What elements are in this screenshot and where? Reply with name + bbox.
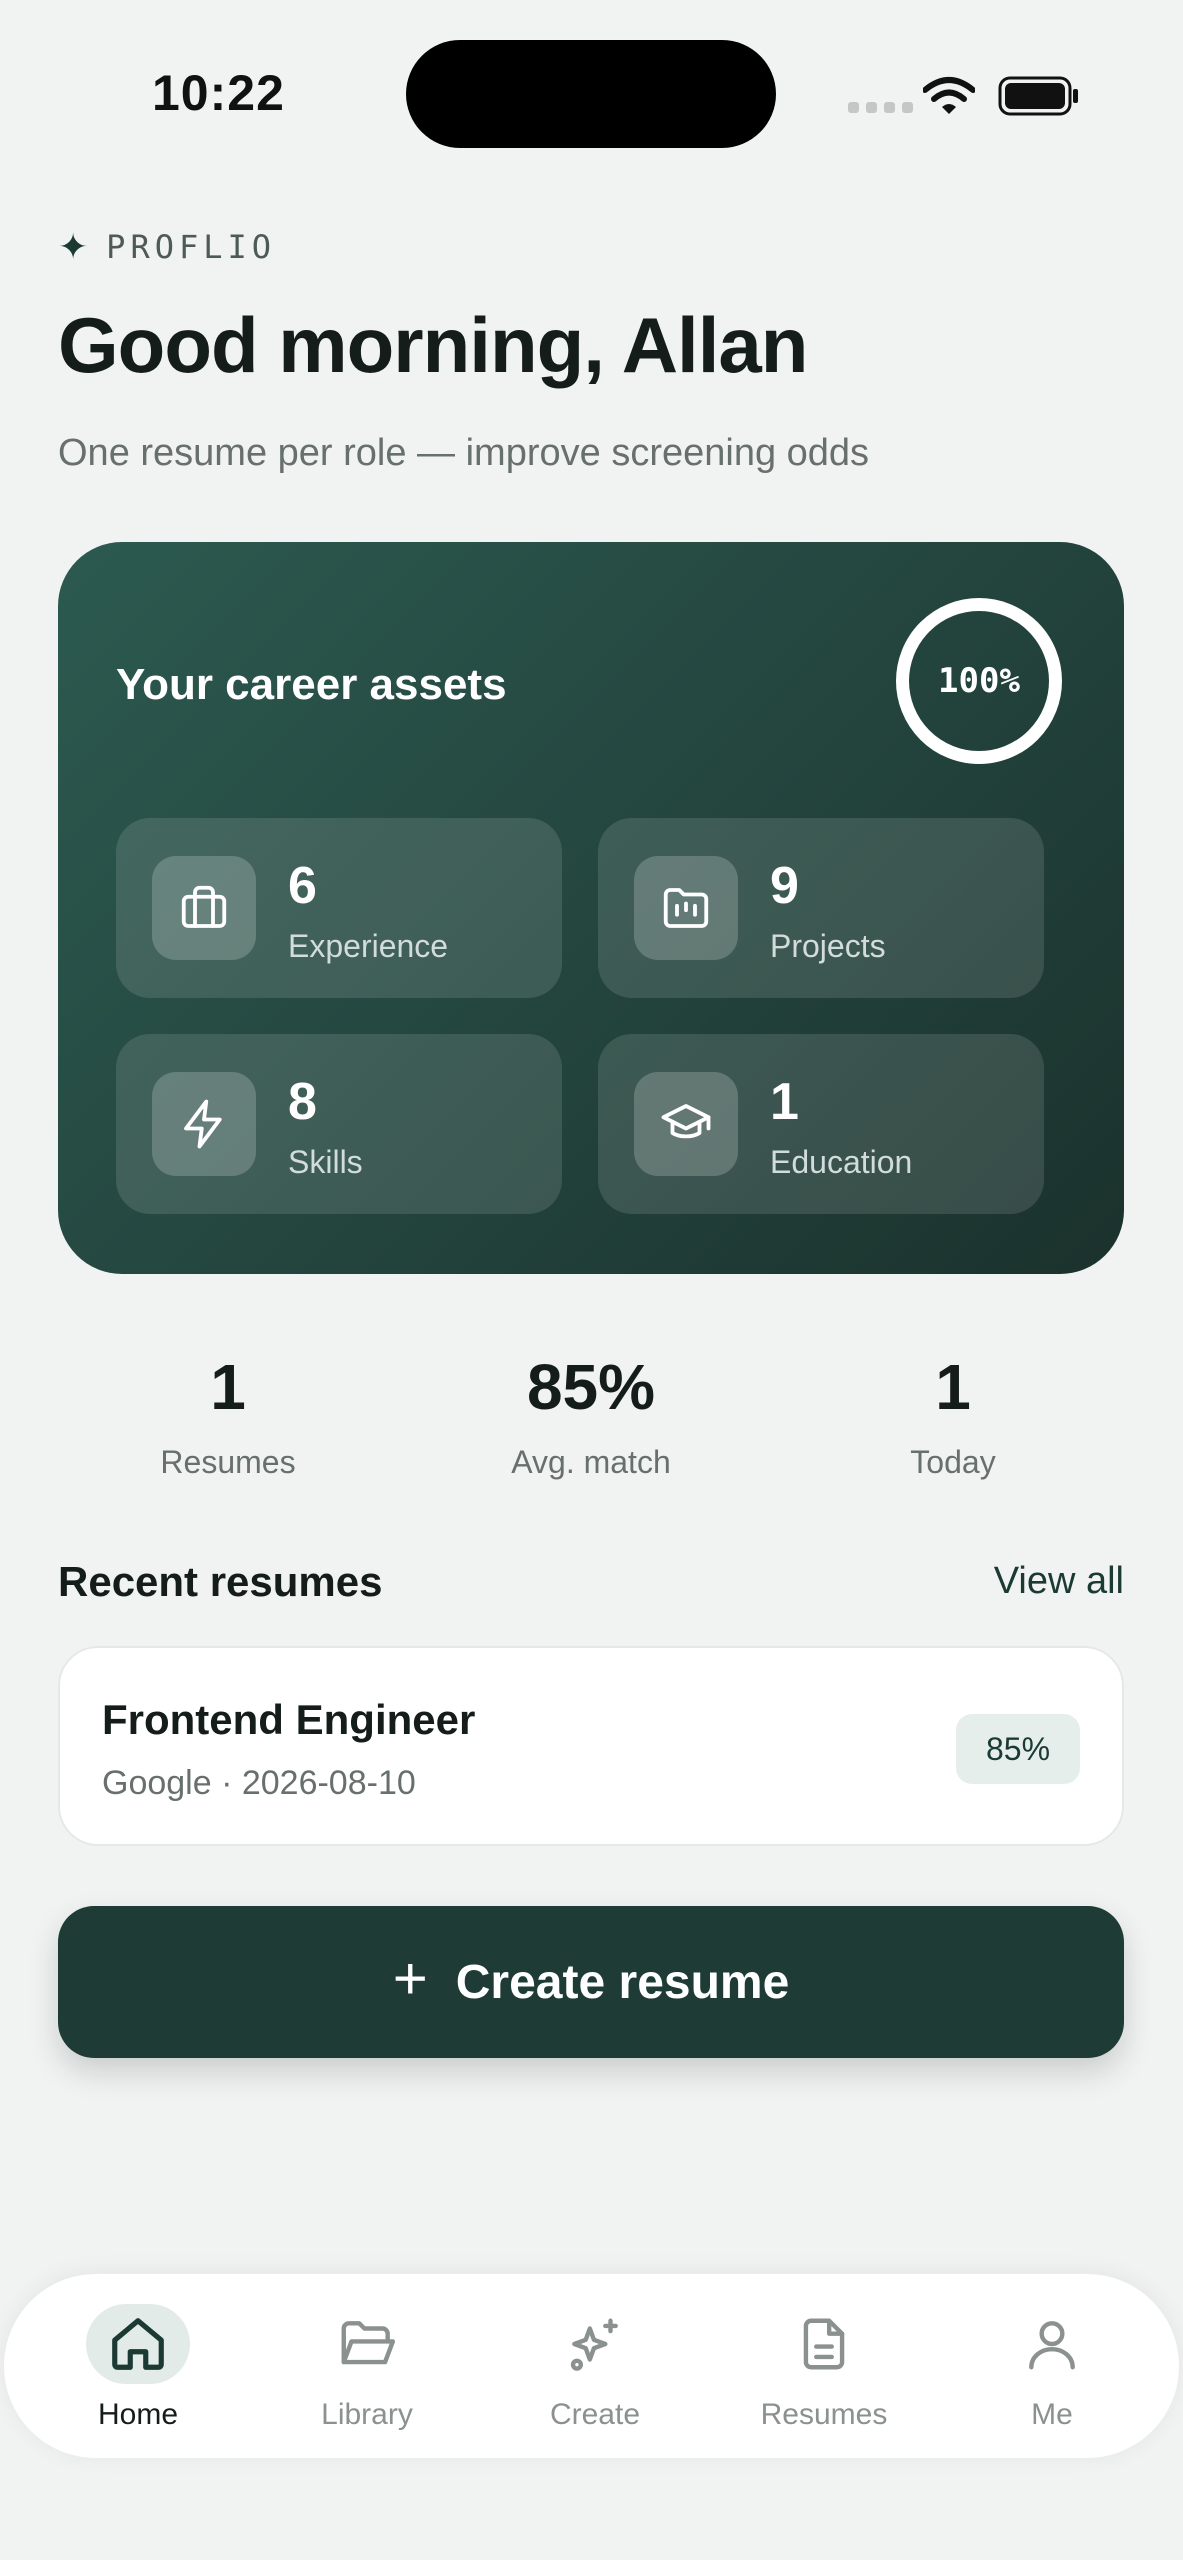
nav-label: Resumes [760, 2398, 888, 2431]
wifi-icon [923, 77, 975, 114]
asset-label: Experience [288, 928, 449, 964]
nav-item-create[interactable]: Create [495, 2274, 695, 2458]
stat-value: 1 [210, 1351, 246, 1423]
asset-count: 1 [770, 1073, 799, 1131]
create-resume-button[interactable]: + Create resume [58, 1906, 1124, 2058]
graduation-cap-icon [634, 1072, 738, 1176]
brand: ✦ PROFLIO [58, 228, 276, 266]
nav-item-library[interactable]: Library [267, 2274, 467, 2458]
folder-open-icon [315, 2304, 419, 2384]
document-icon [772, 2304, 876, 2384]
asset-label: Skills [288, 1144, 363, 1180]
greeting-subtitle: One resume per role — improve screening … [58, 432, 870, 474]
nav-item-home[interactable]: Home [38, 2274, 238, 2458]
nav-label: Create [549, 2398, 641, 2431]
completion-percent: 100% [938, 661, 1020, 701]
status-bar: 10:22 [0, 0, 1183, 190]
plus-icon: + [392, 1945, 428, 2012]
recent-resumes-title: Recent resumes [58, 1558, 383, 1605]
stat-label: Today [910, 1444, 996, 1480]
asset-label: Education [770, 1144, 913, 1180]
resume-meta: Google · 2026-08-10 [102, 1764, 416, 1802]
match-badge: 85% [956, 1714, 1080, 1784]
asset-label: Projects [770, 928, 886, 964]
asset-tile-education[interactable]: 1 Education [598, 1034, 1044, 1214]
bottom-nav: Home Library Create Resumes Me [4, 2274, 1179, 2458]
asset-count: 8 [288, 1073, 317, 1131]
view-all-link[interactable]: View all [994, 1560, 1124, 1603]
home-icon [86, 2304, 190, 2384]
stat-label: Avg. match [511, 1444, 671, 1480]
sparkle-icon: ✦ [58, 226, 89, 267]
battery-icon [998, 76, 1078, 116]
career-assets-card[interactable]: Your career assets 100% 6 Experience 9 P… [58, 542, 1124, 1274]
folder-icon [634, 856, 738, 960]
stat-resumes: 1 Resumes [78, 1350, 378, 1481]
status-time: 10:22 [152, 65, 285, 121]
cellular-signal-icon [848, 102, 913, 113]
lightning-icon [152, 1072, 256, 1176]
brand-name: PROFLIO [106, 228, 277, 266]
briefcase-icon [152, 856, 256, 960]
stat-value: 85% [526, 1351, 656, 1423]
stat-label: Resumes [160, 1444, 296, 1480]
asset-tile-projects[interactable]: 9 Projects [598, 818, 1044, 998]
stat-today: 1 Today [803, 1350, 1103, 1481]
nav-item-resumes[interactable]: Resumes [724, 2274, 924, 2458]
completion-ring: 100% [896, 598, 1062, 764]
dynamic-island [406, 40, 776, 148]
nav-label: Home [97, 2398, 179, 2431]
nav-label: Me [1031, 2398, 1073, 2431]
create-resume-label: Create resume [455, 1955, 790, 2009]
greeting-title: Good morning, Allan [58, 301, 808, 389]
asset-count: 9 [770, 857, 799, 915]
nav-item-me[interactable]: Me [952, 2274, 1152, 2458]
stat-avg-match: 85% Avg. match [441, 1350, 741, 1481]
resume-card[interactable]: Frontend Engineer Google · 2026-08-10 85… [58, 1646, 1124, 1846]
asset-count: 6 [288, 857, 317, 915]
asset-tile-experience[interactable]: 6 Experience [116, 818, 562, 998]
nav-label: Library [321, 2398, 413, 2431]
career-assets-title: Your career assets [116, 660, 507, 709]
user-icon [1000, 2304, 1104, 2384]
stat-value: 1 [935, 1351, 971, 1423]
resume-title: Frontend Engineer [102, 1696, 476, 1743]
sparkles-icon [543, 2304, 647, 2384]
asset-tile-skills[interactable]: 8 Skills [116, 1034, 562, 1214]
